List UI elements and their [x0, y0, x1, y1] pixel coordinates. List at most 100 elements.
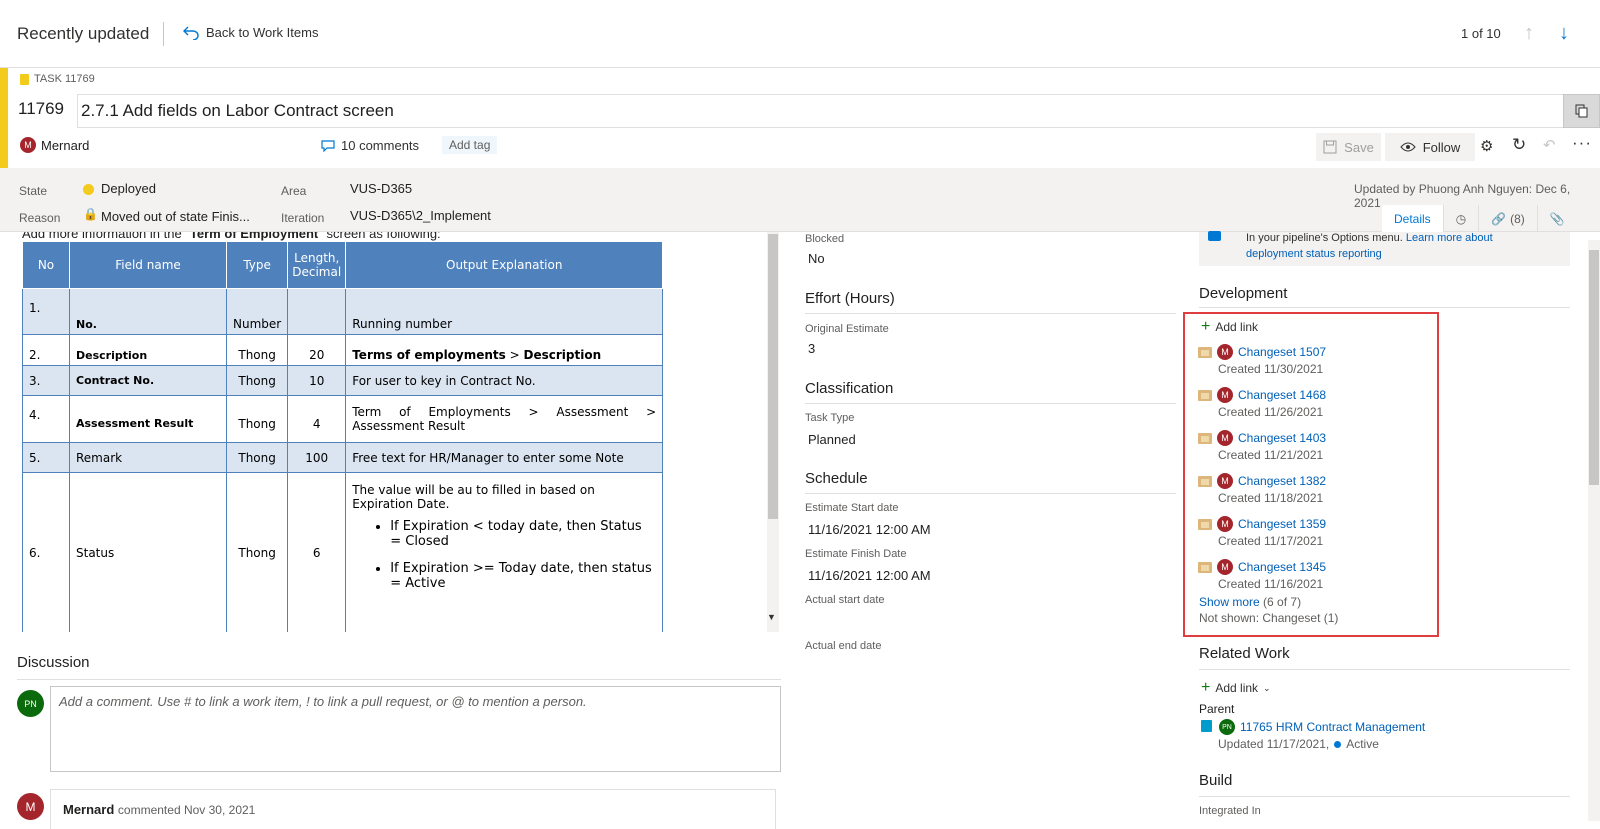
divider — [1199, 307, 1570, 308]
tab-links[interactable]: 🔗 (8) — [1479, 205, 1538, 232]
changeset-item[interactable]: M Changeset 1345 Created 11/16/2021 — [1198, 559, 1326, 591]
description-scrollbar-thumb[interactable] — [768, 234, 778, 519]
changeset-link[interactable]: Changeset 1345 — [1238, 560, 1326, 574]
comments-link[interactable]: 10 comments — [321, 138, 419, 153]
schedule-section-title: Schedule — [805, 470, 868, 487]
task-icon — [20, 73, 29, 85]
changeset-link[interactable]: Changeset 1403 — [1238, 431, 1326, 445]
save-label: Save — [1344, 139, 1374, 155]
avatar: M — [1217, 473, 1233, 489]
state-label: State — [19, 184, 48, 198]
work-item-type-text: TASK 11769 — [34, 73, 95, 85]
original-estimate-value[interactable]: 3 — [808, 341, 815, 356]
blocked-label: Blocked — [805, 233, 845, 245]
next-item-arrow-icon[interactable]: ↓ — [1559, 22, 1569, 45]
output-text: The value will be au to filled in based … — [352, 483, 595, 511]
tab-history[interactable]: ◷ — [1444, 205, 1480, 232]
changeset-date: Created 11/17/2021 — [1218, 534, 1324, 548]
work-item-type-label: TASK 11769 — [20, 73, 95, 85]
length-cell: 4 — [287, 395, 347, 443]
state-value[interactable]: Deployed — [101, 181, 156, 196]
comment-author: Mernard — [63, 802, 115, 817]
attachment-icon: 📎 — [1549, 211, 1565, 226]
link-icon: 🔗 — [1491, 211, 1507, 226]
field-spec-table: No Field name Type Length, Decimal Outpu… — [22, 241, 664, 632]
tab-attachments[interactable]: 📎 — [1538, 205, 1577, 232]
page-tabs: Details ◷ 🔗 (8) 📎 — [1382, 205, 1577, 232]
output-cell: For user to key in Contract No. — [345, 365, 664, 396]
estimate-finish-value[interactable]: 11/16/2021 12:00 AM — [808, 568, 931, 583]
copy-work-item-button[interactable] — [1563, 94, 1600, 128]
length-cell: 6 — [287, 472, 347, 632]
save-icon — [1323, 140, 1337, 154]
build-section-title: Build — [1199, 772, 1233, 789]
description-pane[interactable]: Add more information in the "Term of Emp… — [22, 232, 778, 632]
page-scrollbar-thumb[interactable] — [1589, 250, 1599, 485]
column-header: Field name — [69, 241, 227, 289]
original-estimate-label: Original Estimate — [805, 323, 889, 335]
back-to-work-items-button[interactable]: Back to Work Items — [183, 25, 318, 40]
add-link-button[interactable]: + Add link — [1201, 318, 1258, 336]
work-item-title-input[interactable]: 2.7.1 Add fields on Labor Contract scree… — [77, 94, 1563, 128]
gear-icon[interactable]: ⚙ — [1480, 137, 1493, 155]
undo-icon[interactable]: ↶ — [1543, 136, 1556, 154]
state-indicator — [83, 184, 94, 195]
show-more-count: (6 of 7) — [1263, 595, 1302, 609]
show-more-link[interactable]: Show more — [1199, 595, 1260, 609]
back-arrow-icon — [183, 26, 199, 40]
iteration-value[interactable]: VUS-D365\2_Implement — [350, 208, 491, 223]
task-type-value[interactable]: Planned — [808, 432, 856, 447]
changeset-date: Created 11/30/2021 — [1218, 362, 1324, 376]
work-item-color-bar — [0, 68, 8, 168]
classification-section-title: Classification — [805, 380, 894, 397]
follow-button[interactable]: Follow — [1385, 133, 1475, 161]
changeset-link[interactable]: Changeset 1359 — [1238, 517, 1326, 531]
changeset-item[interactable]: M Changeset 1382 Created 11/18/2021 — [1198, 473, 1326, 505]
deployment-icon — [1208, 231, 1221, 241]
estimate-finish-label: Estimate Finish Date — [805, 548, 907, 560]
parent-link-row[interactable]: PN 11765 HRM Contract Management — [1219, 719, 1425, 735]
tab-details[interactable]: Details — [1382, 205, 1444, 232]
scroll-down-icon[interactable]: ▼ — [767, 612, 776, 622]
refresh-icon[interactable]: ↻ — [1512, 135, 1526, 155]
parent-work-item-link[interactable]: 11765 HRM Contract Management — [1240, 720, 1425, 734]
related-add-link-button[interactable]: + Add link ⌄ — [1201, 679, 1271, 697]
changeset-item[interactable]: M Changeset 1507 Created 11/30/2021 — [1198, 344, 1326, 376]
type-cell: Thong — [225, 395, 289, 443]
links-count: (8) — [1510, 211, 1525, 226]
area-value[interactable]: VUS-D365 — [350, 181, 412, 196]
changeset-icon — [1198, 389, 1212, 401]
blocked-value[interactable]: No — [808, 251, 825, 266]
estimate-start-value[interactable]: 11/16/2021 12:00 AM — [808, 522, 931, 537]
add-link-label: Add link — [1215, 681, 1259, 695]
type-cell: Thong — [225, 472, 289, 632]
copy-icon — [1575, 104, 1587, 118]
changeset-item[interactable]: M Changeset 1468 Created 11/26/2021 — [1198, 387, 1326, 419]
save-button[interactable]: Save — [1316, 133, 1381, 161]
comment-input[interactable]: Add a comment. Use # to link a work item… — [50, 686, 781, 772]
previous-item-arrow-icon[interactable]: ↑ — [1524, 22, 1534, 45]
length-cell: 10 — [287, 365, 347, 396]
changeset-link[interactable]: Changeset 1507 — [1238, 345, 1326, 359]
changeset-link[interactable]: Changeset 1382 — [1238, 474, 1326, 488]
deployment-status-link[interactable]: deployment status reporting — [1246, 248, 1382, 260]
comments-count: 10 comments — [341, 138, 420, 153]
divider — [17, 679, 781, 680]
avatar: M — [1217, 387, 1233, 403]
plus-icon: + — [1201, 679, 1211, 696]
avatar: M — [1217, 430, 1233, 446]
learn-more-link[interactable]: Learn more about — [1406, 232, 1493, 244]
more-actions-icon[interactable]: ··· — [1572, 133, 1592, 153]
integrated-in-label: Integrated In — [1199, 805, 1261, 817]
assigned-to-field[interactable]: M Mernard — [20, 137, 89, 153]
changeset-item[interactable]: M Changeset 1359 Created 11/17/2021 — [1198, 516, 1326, 548]
changeset-icon — [1198, 346, 1212, 358]
list-item: If Expiration >= Today date, then status… — [390, 561, 656, 591]
avatar: M — [1217, 344, 1233, 360]
changeset-item[interactable]: M Changeset 1403 Created 11/21/2021 — [1198, 430, 1326, 462]
add-tag-button[interactable]: Add tag — [442, 136, 498, 154]
avatar: PN — [17, 690, 44, 717]
type-cell: Thong — [225, 334, 289, 366]
avatar: M — [17, 793, 44, 820]
changeset-link[interactable]: Changeset 1468 — [1238, 388, 1326, 402]
